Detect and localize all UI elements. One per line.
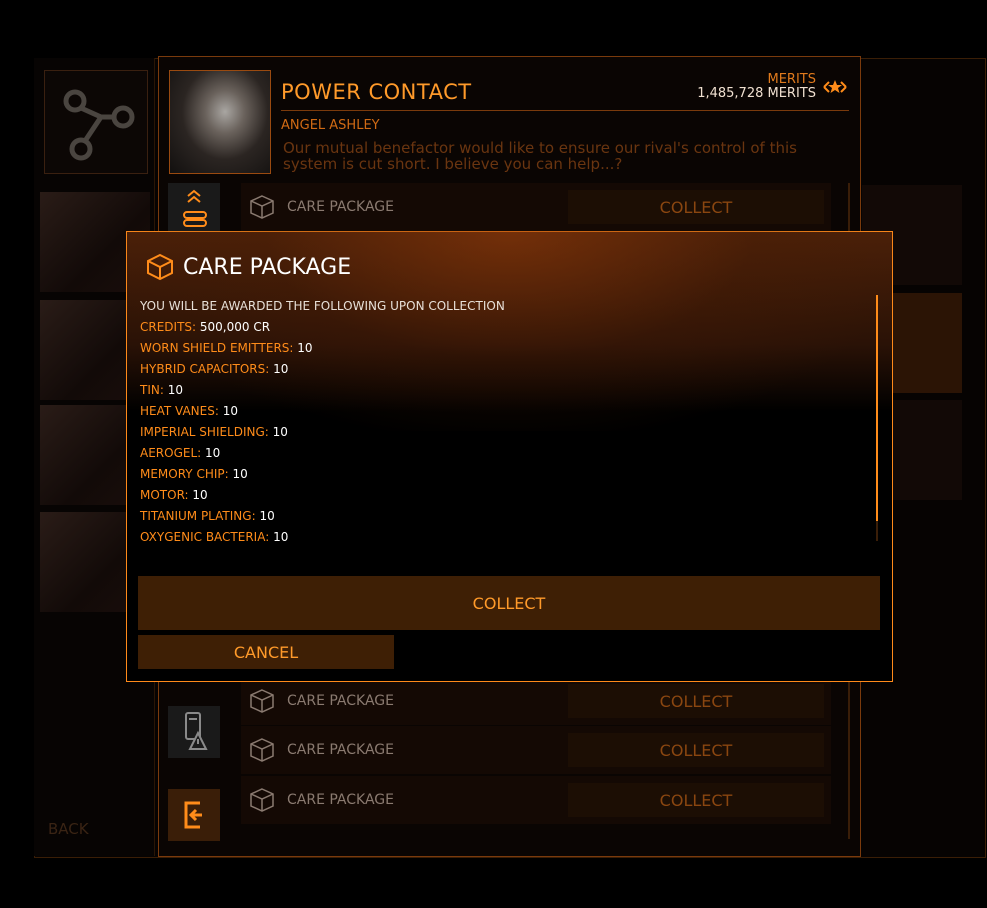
reward-item: TIN: 10 xyxy=(140,383,183,397)
merits-label: MERITS xyxy=(767,72,817,87)
reward-item: AEROGEL: 10 xyxy=(140,446,221,460)
list-item[interactable]: CARE PACKAGE COLLECT xyxy=(241,183,831,231)
collect-button[interactable]: COLLECT xyxy=(568,783,824,817)
dialog-title: CARE PACKAGE xyxy=(183,255,352,280)
back-button[interactable]: BACK xyxy=(48,820,89,838)
merits-value: 1,485,728 MERITS xyxy=(697,86,816,101)
list-item[interactable]: CARE PACKAGE COLLECT xyxy=(241,677,831,725)
care-package-icon xyxy=(250,738,274,762)
dialog-intro: YOU WILL BE AWARDED THE FOLLOWING UPON C… xyxy=(140,299,505,313)
list-item[interactable]: CARE PACKAGE COLLECT xyxy=(241,776,831,824)
dialog-scrollbar-thumb[interactable] xyxy=(876,295,878,521)
list-item-label: CARE PACKAGE xyxy=(287,742,394,758)
reward-item: MOTOR: 10 xyxy=(140,488,208,502)
care-package-icon xyxy=(250,689,274,713)
network-icon[interactable] xyxy=(44,70,148,174)
reward-item: WORN SHIELD EMITTERS: 10 xyxy=(140,341,313,355)
contact-title: POWER CONTACT xyxy=(281,80,472,104)
dialog-scrollbar-track[interactable] xyxy=(876,521,878,541)
cargo-warning-icon[interactable] xyxy=(168,706,220,758)
reward-item: HYBRID CAPACITORS: 10 xyxy=(140,362,289,376)
list-item-label: CARE PACKAGE xyxy=(287,199,394,215)
contact-portrait xyxy=(169,70,271,174)
header-divider xyxy=(281,110,849,111)
reward-item: MEMORY CHIP: 10 xyxy=(140,467,248,481)
reward-item: TITANIUM PLATING: 10 xyxy=(140,509,275,523)
exit-icon[interactable] xyxy=(168,789,220,841)
reward-item: HEAT VANES: 10 xyxy=(140,404,239,418)
list-item[interactable]: CARE PACKAGE COLLECT xyxy=(241,726,831,774)
reward-item: OXYGENIC BACTERIA: 10 xyxy=(140,530,289,544)
list-item-label: CARE PACKAGE xyxy=(287,792,394,808)
care-package-icon xyxy=(147,253,173,281)
care-package-icon xyxy=(250,788,274,812)
collect-button[interactable]: COLLECT xyxy=(568,684,824,718)
cancel-button[interactable]: CANCEL xyxy=(138,635,394,669)
reward-item: CREDITS: 500,000 CR xyxy=(140,320,271,334)
merits-star-icon xyxy=(820,72,850,102)
contact-name: ANGEL ASHLEY xyxy=(281,118,380,133)
collect-button[interactable]: COLLECT xyxy=(568,190,824,224)
contact-message: Our mutual benefactor would like to ensu… xyxy=(283,139,797,173)
care-package-icon xyxy=(250,195,274,219)
collect-button[interactable]: COLLECT xyxy=(138,576,880,630)
rank-chevrons-icon[interactable] xyxy=(168,183,220,235)
list-item-label: CARE PACKAGE xyxy=(287,693,394,709)
collect-button[interactable]: COLLECT xyxy=(568,733,824,767)
reward-item: IMPERIAL SHIELDING: 10 xyxy=(140,425,288,439)
